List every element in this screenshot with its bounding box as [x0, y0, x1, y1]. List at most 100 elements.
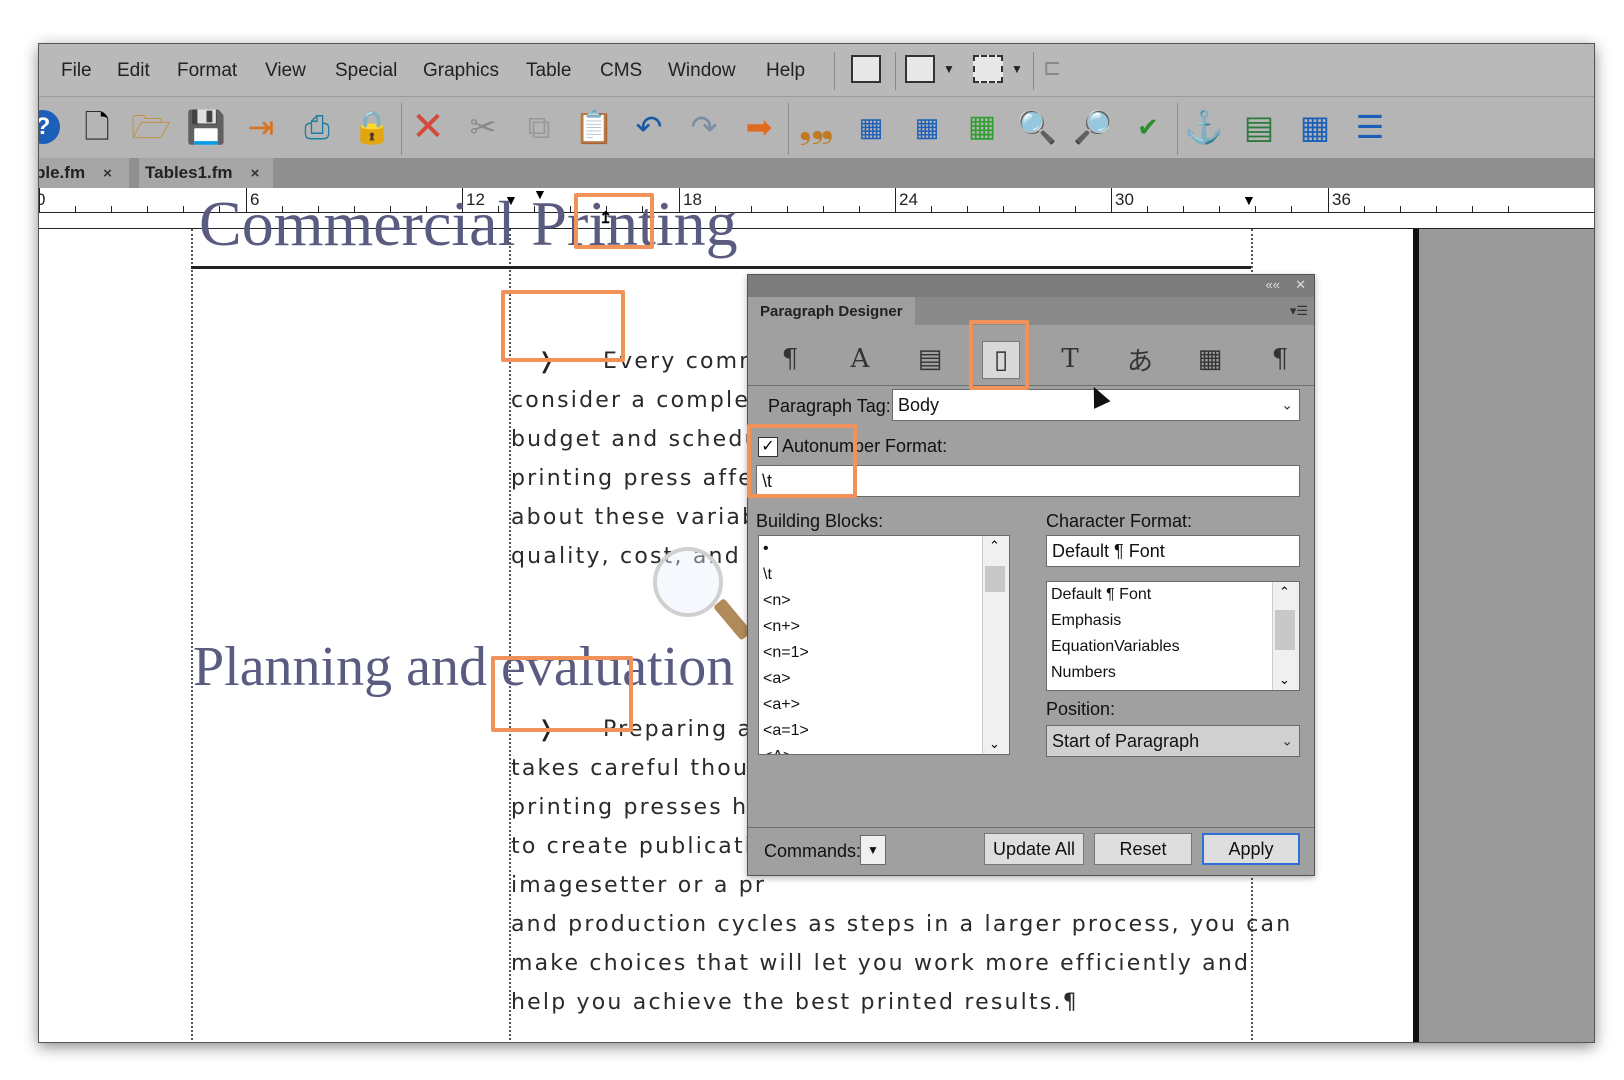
collapse-icon[interactable]: «« [1266, 277, 1280, 292]
right-indent-marker-icon[interactable]: ▼ [1242, 192, 1256, 208]
close-tab-icon[interactable]: × [103, 165, 112, 182]
position-dropdown[interactable]: Start of Paragraph ⌄ [1046, 725, 1300, 757]
marker-icon[interactable]: ▤ [1237, 105, 1281, 149]
menu-table[interactable]: Table [526, 60, 571, 82]
pasteboard [1419, 229, 1594, 1042]
apply-button[interactable]: Apply [1202, 833, 1300, 865]
print-icon[interactable]: ⎙ [295, 105, 339, 149]
heading-commercial-printing: Commercial Printing [199, 188, 738, 259]
save-icon[interactable]: 💾 [184, 105, 228, 149]
scroll-thumb[interactable] [1275, 610, 1295, 650]
undo-icon[interactable]: ↶ [627, 105, 671, 149]
direction-icon[interactable]: ¶ [1262, 341, 1298, 377]
heading-rule [191, 266, 1251, 269]
character-designer-icon[interactable]: ▦ [849, 105, 893, 149]
list-item[interactable]: <a> [759, 666, 1009, 692]
character-formats-list[interactable]: Default ¶ Font Emphasis EquationVariable… [1046, 581, 1300, 691]
find-icon[interactable]: 🔍 [1015, 105, 1059, 149]
list-item[interactable]: Numbers [1047, 660, 1299, 686]
copy-icon[interactable]: ⧉ [517, 105, 561, 149]
scroll-up-icon[interactable]: ⌃ [1279, 584, 1290, 600]
list-item[interactable]: Default ¶ Font [1047, 582, 1299, 608]
menu-special[interactable]: Special [335, 60, 397, 82]
menu-edit[interactable]: Edit [117, 60, 150, 82]
paragraph-designer-icon[interactable]: ▦ [905, 105, 949, 149]
building-blocks-list[interactable]: • \t <n> <n+> <n=1> <a> <a+> <a=1> <A> ⌃… [758, 535, 1010, 755]
cut-icon[interactable]: ✂ [461, 105, 505, 149]
close-tab-icon[interactable]: × [251, 165, 260, 182]
help-icon[interactable]: ? [39, 110, 60, 144]
list-item[interactable]: <a+> [759, 692, 1009, 718]
new-document-icon[interactable]: 🗋 [75, 105, 119, 149]
commands-dropdown[interactable]: ▼ [860, 835, 886, 865]
ruler-tick [1328, 188, 1329, 212]
panel-layout-icon[interactable] [851, 55, 881, 83]
anchor-icon[interactable]: ⚓ [1182, 105, 1226, 149]
table-designer-icon[interactable]: ▦ [960, 105, 1004, 149]
variables-icon[interactable]: ☰ [1348, 105, 1392, 149]
screen-mode-icon[interactable] [973, 55, 1003, 83]
list-item[interactable]: <A> [759, 744, 1009, 754]
scroll-down-icon[interactable]: ⌄ [1279, 672, 1290, 688]
panel-divider [748, 385, 1314, 386]
scroll-thumb[interactable] [985, 566, 1005, 592]
panel-menu-icon[interactable]: ▾☰ [1290, 303, 1308, 319]
list-item[interactable]: \t [759, 562, 1009, 588]
menu-file[interactable]: File [61, 60, 92, 82]
tab-sample[interactable]: ple.fm × [38, 158, 129, 188]
framemaker-window: File Edit Format View Special Graphics T… [38, 43, 1595, 1043]
list-item[interactable]: Emphasis [1047, 608, 1299, 634]
close-icon[interactable]: ✕ [1295, 277, 1306, 293]
redo-icon[interactable]: ↷ [682, 105, 726, 149]
toolbar-separator [788, 103, 789, 155]
table-cell-icon[interactable]: ▦ [1192, 341, 1228, 377]
list-item[interactable]: EquationVariables [1047, 634, 1299, 660]
spell-check-icon[interactable]: ✔ [1126, 105, 1170, 149]
menu-help[interactable]: Help [766, 60, 805, 82]
import-icon[interactable]: ⇥ [239, 105, 283, 149]
advanced-icon[interactable]: T [1052, 341, 1088, 377]
body-line: quality, cost, and s [511, 544, 764, 569]
structure-icon[interactable]: ⊏ [1043, 55, 1061, 81]
tab-label: ple.fm [38, 163, 86, 182]
forward-icon[interactable]: ➡ [737, 105, 781, 149]
basic-properties-icon[interactable]: ¶ [772, 341, 808, 377]
scroll-up-icon[interactable]: ⌃ [989, 538, 1000, 554]
list-item[interactable]: <a=1> [759, 718, 1009, 744]
menu-graphics[interactable]: Graphics [423, 60, 499, 82]
list-item[interactable]: <n=1> [759, 640, 1009, 666]
tab-tables1[interactable]: Tables1.fm × [139, 158, 273, 188]
body-line: make choices that will let you work more… [511, 951, 1251, 976]
workspace-icon[interactable] [905, 55, 935, 83]
body-line: help you achieve the best printed result… [511, 990, 1079, 1015]
menu-window[interactable]: Window [668, 60, 736, 82]
pagination-icon[interactable]: ▤ [912, 341, 948, 377]
search-icon[interactable]: 🔎 [1071, 105, 1115, 149]
reset-button[interactable]: Reset [1094, 833, 1192, 865]
open-folder-icon[interactable]: 🗁 [129, 105, 173, 149]
scrollbar[interactable]: ⌃ ⌄ [1272, 582, 1299, 690]
menu-format[interactable]: Format [177, 60, 237, 82]
list-item[interactable]: • [759, 536, 1009, 562]
update-all-button[interactable]: Update All [984, 833, 1084, 865]
character-format-input[interactable]: Default ¶ Font [1046, 535, 1300, 567]
menu-cms[interactable]: CMS [600, 60, 642, 82]
scroll-down-icon[interactable]: ⌄ [989, 736, 1000, 752]
tab-paragraph-designer[interactable]: Paragraph Designer [748, 297, 915, 325]
scrollbar[interactable]: ⌃ ⌄ [982, 536, 1009, 754]
lock-icon[interactable]: 🔒 [350, 105, 394, 149]
menu-view[interactable]: View [265, 60, 306, 82]
highlight-tab-symbol [501, 290, 625, 362]
list-item[interactable]: <n> [759, 588, 1009, 614]
workspace-dropdown-icon[interactable]: ▼ [943, 62, 955, 76]
table-icon[interactable]: ▦ [1293, 105, 1337, 149]
asian-text-icon[interactable]: あ [1122, 341, 1158, 377]
delete-icon[interactable]: ✕ [406, 105, 450, 149]
smart-quotes-icon[interactable]: ❟❠ [794, 105, 838, 149]
list-item[interactable]: <n+> [759, 614, 1009, 640]
panel-divider [748, 827, 1314, 828]
screen-mode-dropdown-icon[interactable]: ▼ [1011, 62, 1023, 76]
paste-icon[interactable]: 📋 [572, 105, 616, 149]
default-font-icon[interactable]: A [842, 341, 878, 377]
tab-label: Tables1.fm [145, 163, 233, 182]
